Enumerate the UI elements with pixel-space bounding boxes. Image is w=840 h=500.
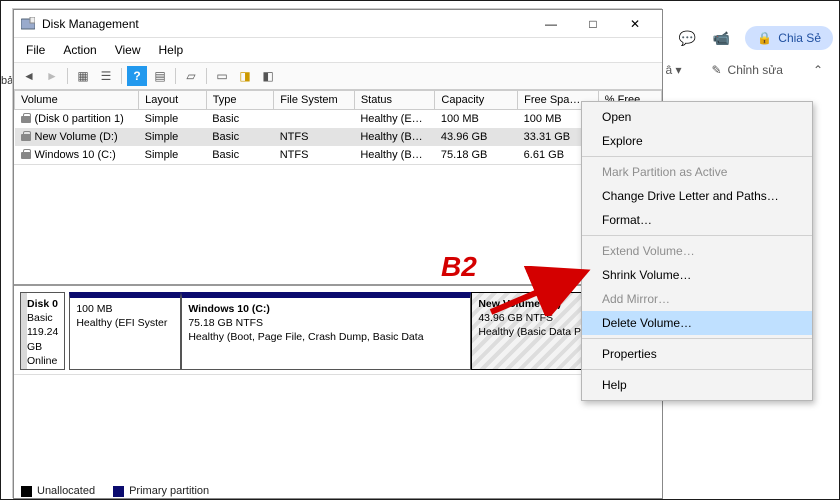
- col-header[interactable]: Layout: [139, 91, 207, 110]
- maximize-button[interactable]: □: [572, 11, 614, 37]
- edit-option[interactable]: â ▾: [665, 63, 681, 77]
- menu-extend-volume: Extend Volume…: [582, 239, 812, 263]
- chevron-up-icon[interactable]: ⌃: [813, 63, 823, 77]
- cell: Simple: [139, 146, 207, 164]
- cell: NTFS: [274, 146, 355, 164]
- col-header[interactable]: Type: [206, 91, 274, 110]
- col-header[interactable]: Status: [354, 91, 435, 110]
- edit-label: Chỉnh sửa: [728, 63, 783, 77]
- cell: 43.96 GB: [435, 128, 518, 146]
- menu-shrink-volume[interactable]: Shrink Volume…: [582, 263, 812, 287]
- cell: 100 MB: [435, 110, 518, 129]
- cell: Healthy (E…: [354, 110, 435, 129]
- cell: Windows 10 (C:): [15, 146, 139, 164]
- forward-icon[interactable]: ►: [42, 66, 62, 86]
- cell: New Volume (D:): [15, 128, 139, 146]
- partition[interactable]: 100 MBHealthy (EFI Syster: [69, 292, 181, 370]
- disk-type: Basic: [27, 311, 58, 325]
- col-header[interactable]: File System: [274, 91, 355, 110]
- disk-name: Disk 0: [27, 297, 58, 311]
- lock-icon: 🔒: [757, 31, 772, 45]
- partition[interactable]: Windows 10 (C:)75.18 GB NTFSHealthy (Boo…: [181, 292, 471, 370]
- detail-icon[interactable]: ☰: [96, 66, 116, 86]
- legend: Unallocated Primary partition: [21, 485, 209, 497]
- volume-table[interactable]: VolumeLayoutTypeFile SystemStatusCapacit…: [14, 90, 662, 164]
- annotation-label: B2: [441, 251, 477, 283]
- menu-help[interactable]: Help: [582, 373, 812, 397]
- col-header[interactable]: Capacity: [435, 91, 518, 110]
- app-icon: [20, 16, 36, 32]
- disk-c-icon[interactable]: ◧: [258, 66, 278, 86]
- menu-properties[interactable]: Properties: [582, 342, 812, 366]
- disk-b-icon[interactable]: ◨: [235, 66, 255, 86]
- pen-icon: ✎: [711, 63, 721, 77]
- columns-icon[interactable]: ▦: [73, 66, 93, 86]
- disk-size: 119.24 GB: [27, 325, 58, 353]
- menu-action[interactable]: Action: [55, 40, 104, 60]
- disk-a-icon[interactable]: ▭: [212, 66, 232, 86]
- menu-format[interactable]: Format…: [582, 208, 812, 232]
- cell: [274, 110, 355, 129]
- legend-unallocated: Unallocated: [21, 485, 95, 497]
- close-button[interactable]: ✕: [614, 11, 656, 37]
- disk-state: Online: [27, 354, 58, 368]
- menu-delete-volume[interactable]: Delete Volume…: [582, 311, 812, 335]
- prop-icon[interactable]: ▤: [150, 66, 170, 86]
- table-row[interactable]: Windows 10 (C:)SimpleBasicNTFSHealthy (B…: [15, 146, 662, 164]
- menu-mark-active: Mark Partition as Active: [582, 160, 812, 184]
- menu-change-letter[interactable]: Change Drive Letter and Paths…: [582, 184, 812, 208]
- edit-button[interactable]: ✎ Chỉnh sửa: [711, 63, 782, 77]
- cell: Healthy (B…: [354, 128, 435, 146]
- menu-open[interactable]: Open: [582, 105, 812, 129]
- cell: 75.18 GB: [435, 146, 518, 164]
- disk-info[interactable]: Disk 0 Basic 119.24 GB Online: [20, 292, 65, 370]
- window-title: Disk Management: [42, 17, 530, 31]
- cell: Basic: [206, 110, 274, 129]
- menu-file[interactable]: File: [18, 40, 53, 60]
- cell: (Disk 0 partition 1): [15, 110, 139, 129]
- context-menu: Open Explore Mark Partition as Active Ch…: [581, 101, 813, 401]
- minimize-button[interactable]: —: [530, 11, 572, 37]
- cell: Simple: [139, 128, 207, 146]
- annotation-arrow: [489, 266, 599, 316]
- table-row[interactable]: New Volume (D:)SimpleBasicNTFSHealthy (B…: [15, 128, 662, 146]
- video-icon[interactable]: 📹: [711, 28, 731, 48]
- menu-add-mirror: Add Mirror…: [582, 287, 812, 311]
- cell: Basic: [206, 128, 274, 146]
- menu-help[interactable]: Help: [151, 40, 192, 60]
- cell: Basic: [206, 146, 274, 164]
- table-row[interactable]: (Disk 0 partition 1)SimpleBasic Healthy (…: [15, 110, 662, 129]
- chat-icon[interactable]: 💬: [677, 28, 697, 48]
- cell: Healthy (B…: [354, 146, 435, 164]
- menu-view[interactable]: View: [107, 40, 149, 60]
- col-header[interactable]: Volume: [15, 91, 139, 110]
- disk-management-window: Disk Management — □ ✕ FileActionViewHelp…: [13, 9, 663, 499]
- flag-icon[interactable]: ▱: [181, 66, 201, 86]
- toolbar: ◄ ► ▦ ☰ ? ▤ ▱ ▭ ◨ ◧: [14, 63, 662, 90]
- cell: Simple: [139, 110, 207, 129]
- help-icon[interactable]: ?: [127, 66, 147, 86]
- back-icon[interactable]: ◄: [19, 66, 39, 86]
- legend-primary: Primary partition: [113, 485, 209, 497]
- share-button[interactable]: 🔒 Chia Sẻ: [745, 26, 833, 50]
- menu-explore[interactable]: Explore: [582, 129, 812, 153]
- share-label: Chia Sẻ: [778, 31, 821, 45]
- cell: NTFS: [274, 128, 355, 146]
- cut-label: bả: [1, 75, 13, 87]
